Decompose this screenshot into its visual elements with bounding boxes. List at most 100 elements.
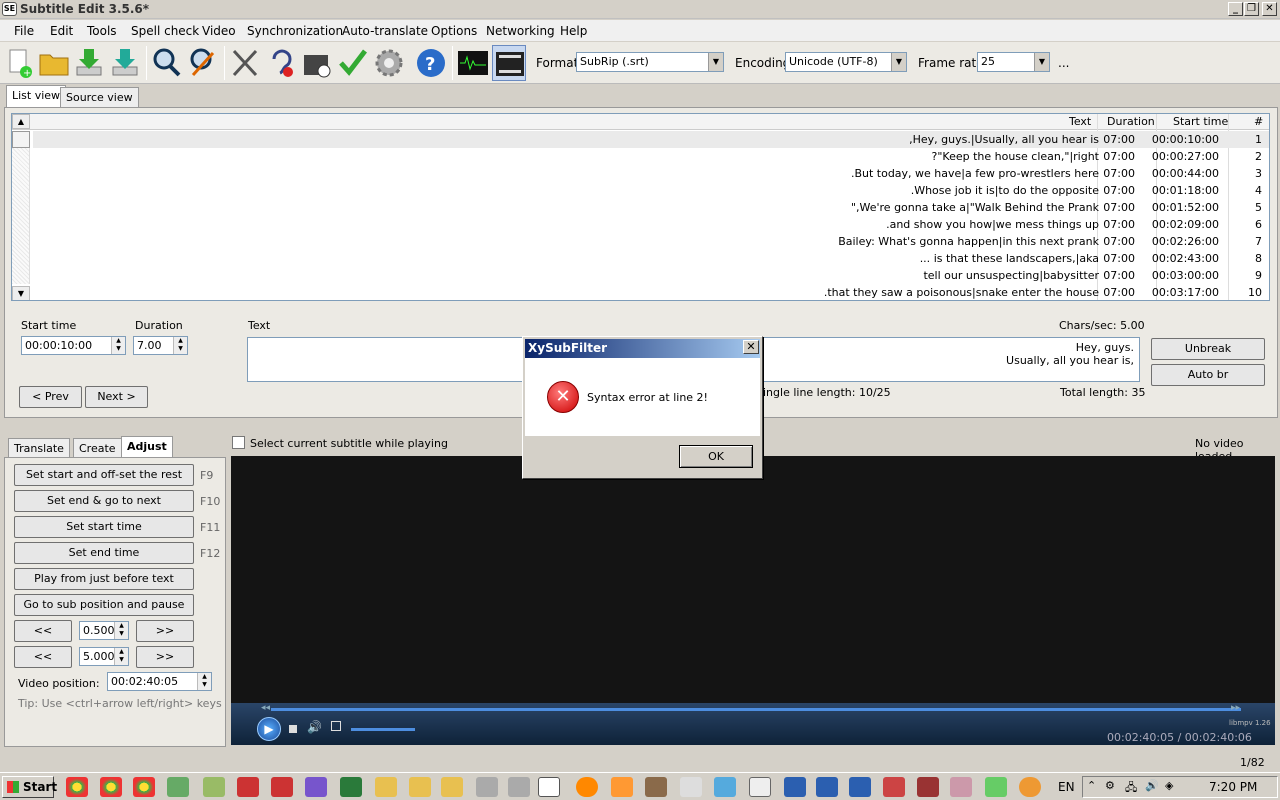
restore-button[interactable]: ❐ — [1244, 2, 1259, 16]
new-file-icon[interactable]: + — [2, 45, 36, 81]
minimize-button[interactable]: _ — [1228, 2, 1243, 16]
app-icon[interactable] — [714, 777, 736, 797]
table-row[interactable]: Bailey: What's gonna happen|in this next… — [33, 233, 1269, 250]
excel-icon[interactable] — [340, 777, 362, 797]
video-app-icon[interactable] — [271, 777, 293, 797]
seek-back-icon[interactable]: ◂◂ — [261, 703, 270, 713]
word-icon[interactable] — [784, 777, 806, 797]
back-large-button[interactable]: << — [14, 646, 72, 668]
table-row[interactable]: and show you how|we mess things up. 07:00… — [33, 216, 1269, 233]
app-icon[interactable] — [883, 777, 905, 797]
start-time-input[interactable]: 00:00:10:00 ▲ ▼ — [21, 336, 126, 355]
set-start-time-button[interactable]: Set start time — [14, 516, 194, 538]
menu-tools[interactable]: Tools — [87, 24, 117, 38]
app-icon[interactable] — [611, 777, 633, 797]
fix-errors-icon[interactable] — [228, 45, 262, 81]
table-row[interactable]: Hey, guys.|Usually, all you hear is, 07:0… — [33, 131, 1269, 148]
menu-options[interactable]: Options — [431, 24, 477, 38]
waveform-icon[interactable] — [456, 45, 490, 81]
tab-adjust[interactable]: Adjust — [121, 436, 173, 458]
table-row[interactable]: Whose job it is|to do the opposite. 07:00… — [33, 182, 1269, 199]
encoding-select[interactable]: Unicode (UTF-8) ▼ — [785, 52, 907, 72]
tray-app-icon[interactable]: ◈ — [1165, 779, 1173, 792]
next-button[interactable]: Next > — [85, 386, 148, 408]
framerate-select[interactable]: 25 ▼ — [977, 52, 1050, 72]
spin-arrows-icon[interactable]: ▲ ▼ — [197, 673, 211, 690]
tab-list-view[interactable]: List view — [6, 85, 67, 107]
set-end-next-button[interactable]: Set end & go to next — [14, 490, 194, 512]
video-app-icon[interactable] — [237, 777, 259, 797]
dialog-ok-button[interactable]: OK — [679, 445, 753, 468]
set-end-time-button[interactable]: Set end time — [14, 542, 194, 564]
prev-button[interactable]: < Prev — [19, 386, 82, 408]
folder-icon[interactable] — [441, 777, 463, 797]
tab-translate[interactable]: Translate — [8, 438, 70, 458]
scroll-up-icon[interactable]: ▲ — [12, 114, 30, 129]
folder-icon[interactable] — [409, 777, 431, 797]
start-button[interactable]: Start — [2, 776, 57, 798]
table-row[interactable]: We're gonna take a|"Walk Behind the Pran… — [33, 199, 1269, 216]
table-row[interactable]: But today, we have|a few pro-wrestlers h… — [33, 165, 1269, 182]
editor-icon[interactable] — [305, 777, 327, 797]
settings-icon[interactable] — [372, 45, 406, 81]
seek-fwd-icon[interactable]: ▸▸ — [1231, 703, 1240, 713]
format-select[interactable]: SubRip (.srt) ▼ — [576, 52, 724, 72]
chrome-icon[interactable] — [100, 777, 122, 797]
tray-gear-icon[interactable]: ⚙ — [1105, 779, 1115, 792]
col-duration[interactable]: Duration — [1107, 115, 1155, 128]
tab-source-view[interactable]: Source view — [60, 87, 139, 107]
tray-expand-icon[interactable]: ⌃ — [1087, 779, 1096, 792]
folder-icon[interactable] — [375, 777, 397, 797]
spin-arrows-icon[interactable]: ▲ ▼ — [111, 337, 125, 354]
app-icon[interactable] — [680, 777, 702, 797]
video-icon[interactable] — [492, 45, 526, 81]
auto-br-button[interactable]: Auto br — [1151, 364, 1265, 386]
dialog-close-button[interactable]: ✕ — [743, 340, 759, 354]
visual-sync-icon[interactable] — [300, 45, 334, 81]
spin-arrows-icon[interactable]: ▲ ▼ — [114, 648, 128, 665]
menu-video[interactable]: Video — [202, 24, 236, 38]
search-icon[interactable] — [1019, 777, 1041, 797]
seek-bar[interactable] — [271, 708, 1241, 711]
chrome-icon[interactable] — [133, 777, 155, 797]
speaker-icon[interactable]: 🔊 — [1145, 779, 1159, 792]
menu-file[interactable]: File — [14, 24, 34, 38]
language-indicator[interactable]: EN — [1058, 780, 1075, 794]
row-header-selected[interactable] — [12, 131, 30, 148]
library-icon[interactable] — [645, 777, 667, 797]
play-icon[interactable]: ▶ — [257, 717, 281, 741]
replace-icon[interactable] — [187, 45, 221, 81]
go-to-sub-pause-button[interactable]: Go to sub position and pause — [14, 594, 194, 616]
subtitle-edit-active-icon[interactable] — [538, 777, 560, 797]
close-button[interactable]: ✕ — [1262, 2, 1277, 16]
open-folder-icon[interactable] — [37, 45, 71, 81]
word-icon[interactable] — [849, 777, 871, 797]
table-row[interactable]: Keep the house clean,"|right"? 07:00 00:00… — [33, 148, 1269, 165]
spell-check-icon[interactable] — [336, 45, 370, 81]
find-icon[interactable] — [150, 45, 184, 81]
step-small-input[interactable]: 0.500 ▲ ▼ — [79, 621, 129, 640]
word-icon[interactable] — [816, 777, 838, 797]
app-icon[interactable] — [985, 777, 1007, 797]
stop-icon[interactable] — [289, 725, 297, 733]
duration-input[interactable]: 7.00 ▲ ▼ — [133, 336, 188, 355]
tab-create[interactable]: Create — [73, 438, 122, 458]
more-toolbar[interactable]: ... — [1058, 56, 1069, 70]
spin-arrows-icon[interactable]: ▲ ▼ — [173, 337, 187, 354]
fwd-small-button[interactable]: >> — [136, 620, 194, 642]
book-icon[interactable] — [749, 777, 771, 797]
select-current-checkbox[interactable] — [232, 436, 245, 449]
subtitle-edit-icon[interactable] — [508, 777, 530, 797]
col-num[interactable]: # — [1254, 115, 1263, 128]
fwd-large-button[interactable]: >> — [136, 646, 194, 668]
app-icon[interactable] — [917, 777, 939, 797]
step-large-input[interactable]: 5.000 ▲ ▼ — [79, 647, 129, 666]
volume-icon[interactable]: 🔊 — [307, 720, 322, 734]
table-row[interactable]: is that these landscapers,|aka ... 07:00 0… — [33, 250, 1269, 267]
video-area[interactable] — [231, 456, 1275, 703]
help-icon[interactable]: ? — [414, 45, 448, 81]
subtitle-edit-icon[interactable] — [476, 777, 498, 797]
fullscreen-icon[interactable] — [331, 721, 341, 731]
network-icon[interactable]: 🖧 — [1125, 779, 1137, 798]
app-icon[interactable] — [203, 777, 225, 797]
